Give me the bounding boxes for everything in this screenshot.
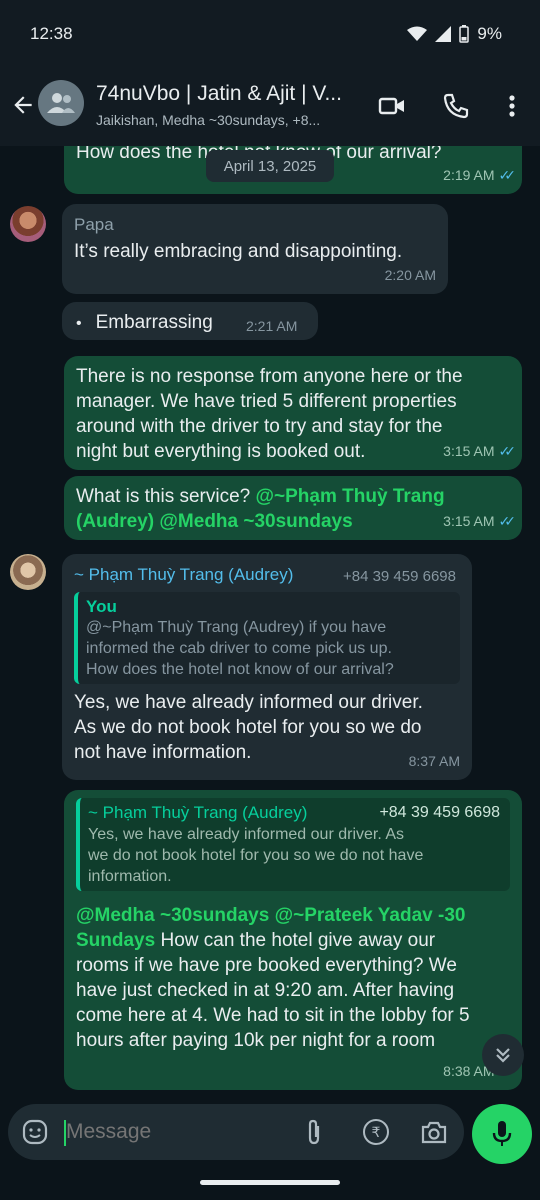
status-icons: 9% bbox=[407, 24, 502, 44]
scroll-to-bottom-button[interactable] bbox=[482, 1034, 524, 1076]
message-bubble-outgoing[interactable]: What is this service? @~Phạm Thuỳ Trang … bbox=[64, 476, 522, 540]
mention-link[interactable]: (Audrey) @Medha ~30sundays bbox=[76, 511, 353, 532]
message-line: come here at 4. We had to sit in the lob… bbox=[76, 1005, 470, 1026]
sticker-icon[interactable] bbox=[22, 1119, 48, 1145]
message-line: There is no response from anyone here or… bbox=[76, 366, 463, 387]
message-bubble-incoming[interactable]: • Embarrassing 2:21 AM bbox=[62, 302, 318, 340]
avatar-audrey[interactable] bbox=[10, 554, 46, 590]
signal-icon bbox=[435, 26, 452, 42]
message-line: As we do not book hotel for you so we do bbox=[74, 717, 422, 738]
quote-line: Yes, we have already informed our driver… bbox=[88, 826, 405, 843]
quote-author: ~ Phạm Thuỳ Trang (Audrey) bbox=[88, 803, 308, 822]
voice-message-button[interactable] bbox=[472, 1104, 532, 1164]
video-call-icon[interactable] bbox=[378, 92, 406, 120]
message-line: around with the driver to try and stay f… bbox=[76, 416, 443, 437]
battery-percent: 9% bbox=[477, 24, 502, 43]
message-line: have just checked in at 9:20 am. After h… bbox=[76, 980, 455, 1001]
chat-header: 74nuVbo | Jatin & Ajit | V... Jaikishan,… bbox=[0, 66, 540, 146]
rupee-payment-icon[interactable]: ₹ bbox=[362, 1118, 390, 1146]
camera-icon[interactable] bbox=[420, 1119, 448, 1145]
message-text: How can the hotel give away our bbox=[155, 930, 436, 951]
quote-line: information. bbox=[88, 868, 172, 885]
message-line: hours after paying 10k per night for a r… bbox=[76, 1030, 436, 1051]
chat-participants[interactable]: Jaikishan, Medha ~30sundays, +8... bbox=[96, 112, 366, 128]
message-time: 3:15 AM ✓✓ bbox=[443, 509, 517, 534]
date-separator: April 13, 2025 bbox=[206, 150, 334, 182]
read-receipt-icon: ✓✓ bbox=[498, 443, 517, 459]
message-sender[interactable]: ~ Phạm Thuỳ Trang (Audrey) bbox=[74, 565, 293, 584]
status-bar: 12:38 9% bbox=[0, 0, 540, 66]
message-bubble-incoming[interactable]: Papa It’s really embracing and disappoin… bbox=[62, 204, 448, 294]
read-receipt-icon: ✓✓ bbox=[498, 513, 517, 529]
message-sender: Papa bbox=[74, 215, 114, 234]
microphone-icon bbox=[492, 1121, 512, 1146]
message-text: It’s really embracing and disappointing. bbox=[74, 241, 403, 262]
quote-line: How does the hotel not know of our arriv… bbox=[86, 661, 394, 678]
message-time: 3:15 AM ✓✓ bbox=[443, 439, 517, 464]
message-time: 2:21 AM bbox=[246, 318, 298, 334]
quoted-message[interactable]: You @~Phạm Thuỳ Trang (Audrey) if you ha… bbox=[74, 592, 460, 684]
svg-text:₹: ₹ bbox=[372, 1125, 381, 1141]
message-composer: ₹ bbox=[8, 1104, 464, 1160]
group-icon bbox=[47, 93, 75, 113]
quote-line: we do not book hotel for you so we do no… bbox=[88, 847, 424, 864]
message-line: rooms if we have pre booked everything? … bbox=[76, 955, 457, 976]
quoted-message[interactable]: ~ Phạm Thuỳ Trang (Audrey) +84 39 459 66… bbox=[76, 798, 510, 891]
quote-phone: +84 39 459 6698 bbox=[379, 804, 500, 821]
message-bubble-outgoing[interactable]: There is no response from anyone here or… bbox=[64, 356, 522, 470]
group-avatar[interactable] bbox=[38, 80, 84, 126]
message-time: 2:19 AM ✓✓ bbox=[443, 163, 517, 188]
message-bubble-outgoing[interactable]: ~ Phạm Thuỳ Trang (Audrey) +84 39 459 66… bbox=[64, 790, 522, 1090]
avatar-papa[interactable] bbox=[10, 206, 46, 242]
battery-icon bbox=[459, 25, 470, 43]
quote-line: @~Phạm Thuỳ Trang (Audrey) if you have bbox=[86, 619, 387, 636]
back-arrow-icon[interactable] bbox=[10, 92, 36, 118]
mention-link[interactable]: @~Phạm Thuỳ Trang bbox=[256, 486, 445, 507]
double-chevron-down-icon bbox=[496, 1048, 510, 1063]
message-text: What is this service? bbox=[76, 486, 251, 507]
quote-line: informed the cab driver to come pick us … bbox=[86, 640, 392, 657]
message-text: Embarrassing bbox=[95, 312, 213, 333]
mention-link[interactable]: Sundays bbox=[76, 930, 155, 951]
bullet: • bbox=[76, 315, 82, 332]
message-time: 8:37 AM bbox=[408, 753, 460, 769]
attach-icon[interactable] bbox=[302, 1118, 326, 1146]
chat-title[interactable]: 74nuVbo | Jatin & Ajit | V... bbox=[96, 82, 366, 106]
sender-phone: +84 39 459 6698 bbox=[342, 568, 456, 585]
message-line: Yes, we have already informed our driver… bbox=[74, 692, 423, 713]
voice-call-icon[interactable] bbox=[442, 92, 470, 120]
more-options-icon[interactable] bbox=[498, 92, 526, 120]
message-input[interactable] bbox=[66, 1112, 286, 1152]
message-time: 2:20 AM bbox=[384, 267, 436, 283]
read-receipt-icon: ✓✓ bbox=[498, 167, 517, 183]
message-line: not have information. bbox=[74, 742, 252, 763]
message-list[interactable]: How does the hotel not know of our arriv… bbox=[0, 146, 540, 1104]
message-line: manager. We have tried 5 different prope… bbox=[76, 391, 457, 412]
mention-link[interactable]: @Medha ~30sundays @~Prateek Yadav -30 bbox=[76, 905, 465, 926]
navigation-handle[interactable] bbox=[200, 1180, 340, 1185]
message-bubble-incoming[interactable]: ~ Phạm Thuỳ Trang (Audrey) +84 39 459 66… bbox=[62, 554, 472, 780]
status-time: 12:38 bbox=[30, 24, 73, 43]
quote-author: You bbox=[86, 597, 117, 616]
wifi-icon bbox=[407, 26, 428, 41]
